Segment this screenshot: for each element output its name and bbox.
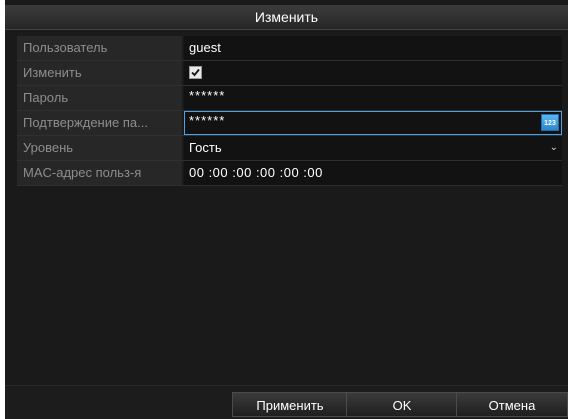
level-selected-value: Гость <box>189 140 222 155</box>
password-field[interactable]: ****** <box>184 86 562 110</box>
row-password: Пароль ****** <box>17 86 562 111</box>
confirm-password-label: Подтверждение па... <box>17 111 182 135</box>
level-label: Уровень <box>17 136 182 160</box>
modify-checkbox[interactable] <box>189 66 202 80</box>
username-label: Пользователь <box>17 36 182 60</box>
checkmark-icon <box>191 68 200 77</box>
row-modify: Изменить <box>17 61 562 86</box>
level-select[interactable]: Гость ⌄ <box>184 136 562 160</box>
dialog-footer: Применить OK Отмена <box>5 385 568 419</box>
chevron-down-icon: ⌄ <box>549 142 558 153</box>
username-field[interactable]: guest <box>184 36 562 60</box>
row-mac: MAC-адрес польз-я 00 :00 :00 :00 :00 :00 <box>17 161 562 186</box>
row-username: Пользователь guest <box>17 36 562 61</box>
modify-value-cell <box>184 61 562 85</box>
password-mask: ****** <box>189 88 226 103</box>
dialog-title: Изменить <box>5 5 568 30</box>
mac-address-field[interactable]: 00 :00 :00 :00 :00 :00 <box>184 161 562 185</box>
confirm-password-mask: ****** <box>189 113 226 128</box>
ok-button[interactable]: OK <box>346 392 458 417</box>
row-level: Уровень Гость ⌄ <box>17 136 562 161</box>
row-confirm-password: Подтверждение па... ****** 123 <box>17 111 562 136</box>
apply-button[interactable]: Применить <box>232 392 348 417</box>
edit-user-dialog: Изменить Пользователь guest Изменить Пар… <box>5 0 568 419</box>
user-form: Пользователь guest Изменить Пароль *****… <box>17 36 562 186</box>
modify-label: Изменить <box>17 61 182 85</box>
mac-label: MAC-адрес польз-я <box>17 161 182 185</box>
cancel-button[interactable]: Отмена <box>456 392 568 417</box>
numeric-keyboard-icon[interactable]: 123 <box>541 114 559 131</box>
password-label: Пароль <box>17 86 182 110</box>
confirm-password-field[interactable]: ****** 123 <box>184 111 562 135</box>
